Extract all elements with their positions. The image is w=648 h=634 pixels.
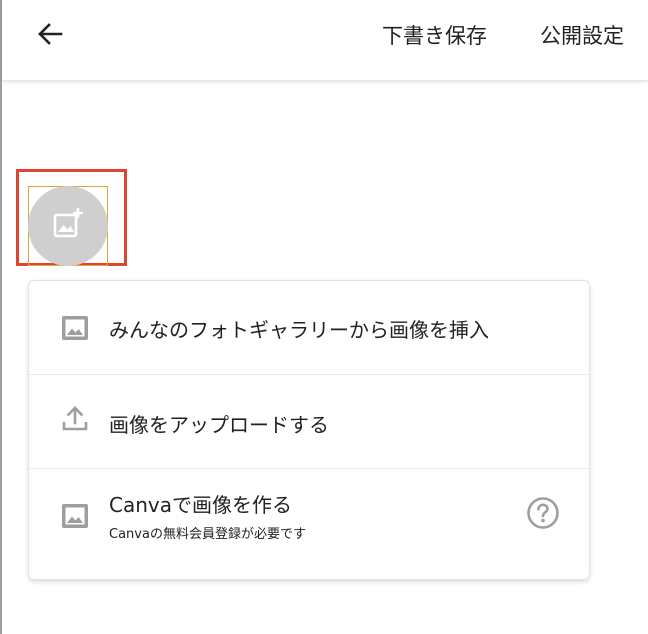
menu-item-label: みんなのフォトギャラリーから画像を挿入 — [109, 318, 489, 342]
left-divider — [0, 0, 2, 634]
menu-item-note: Canvaの無料会員登録が必要です — [109, 527, 306, 542]
arrow-left-icon — [35, 19, 65, 53]
upload-icon — [59, 402, 91, 434]
help-circle-icon — [526, 496, 560, 534]
image-icon — [59, 500, 91, 532]
menu-item-photo-gallery[interactable]: みんなのフォトギャラリーから画像を挿入 — [29, 281, 589, 375]
editor-page: 下書き保存 公開設定 みんなのフォトギャラリーから画像を挿入 画像をアップロード… — [0, 0, 648, 634]
menu-item-upload[interactable]: 画像をアップロードする — [29, 375, 589, 469]
add-image-button[interactable] — [28, 186, 108, 266]
back-button[interactable] — [28, 16, 72, 56]
add-photo-icon — [50, 206, 86, 246]
save-draft-button[interactable]: 下書き保存 — [382, 20, 487, 52]
menu-item-canva[interactable]: Canvaで画像を作る Canvaの無料会員登録が必要です — [29, 469, 589, 579]
image-icon — [59, 312, 91, 344]
top-bar: 下書き保存 公開設定 — [2, 0, 648, 81]
publish-settings-button[interactable]: 公開設定 — [540, 20, 624, 52]
image-insert-menu: みんなのフォトギャラリーから画像を挿入 画像をアップロードする Canvaで画像… — [28, 280, 590, 580]
menu-item-label: 画像をアップロードする — [109, 413, 329, 437]
menu-item-label: Canvaで画像を作る — [109, 493, 292, 517]
help-button[interactable] — [525, 497, 561, 533]
